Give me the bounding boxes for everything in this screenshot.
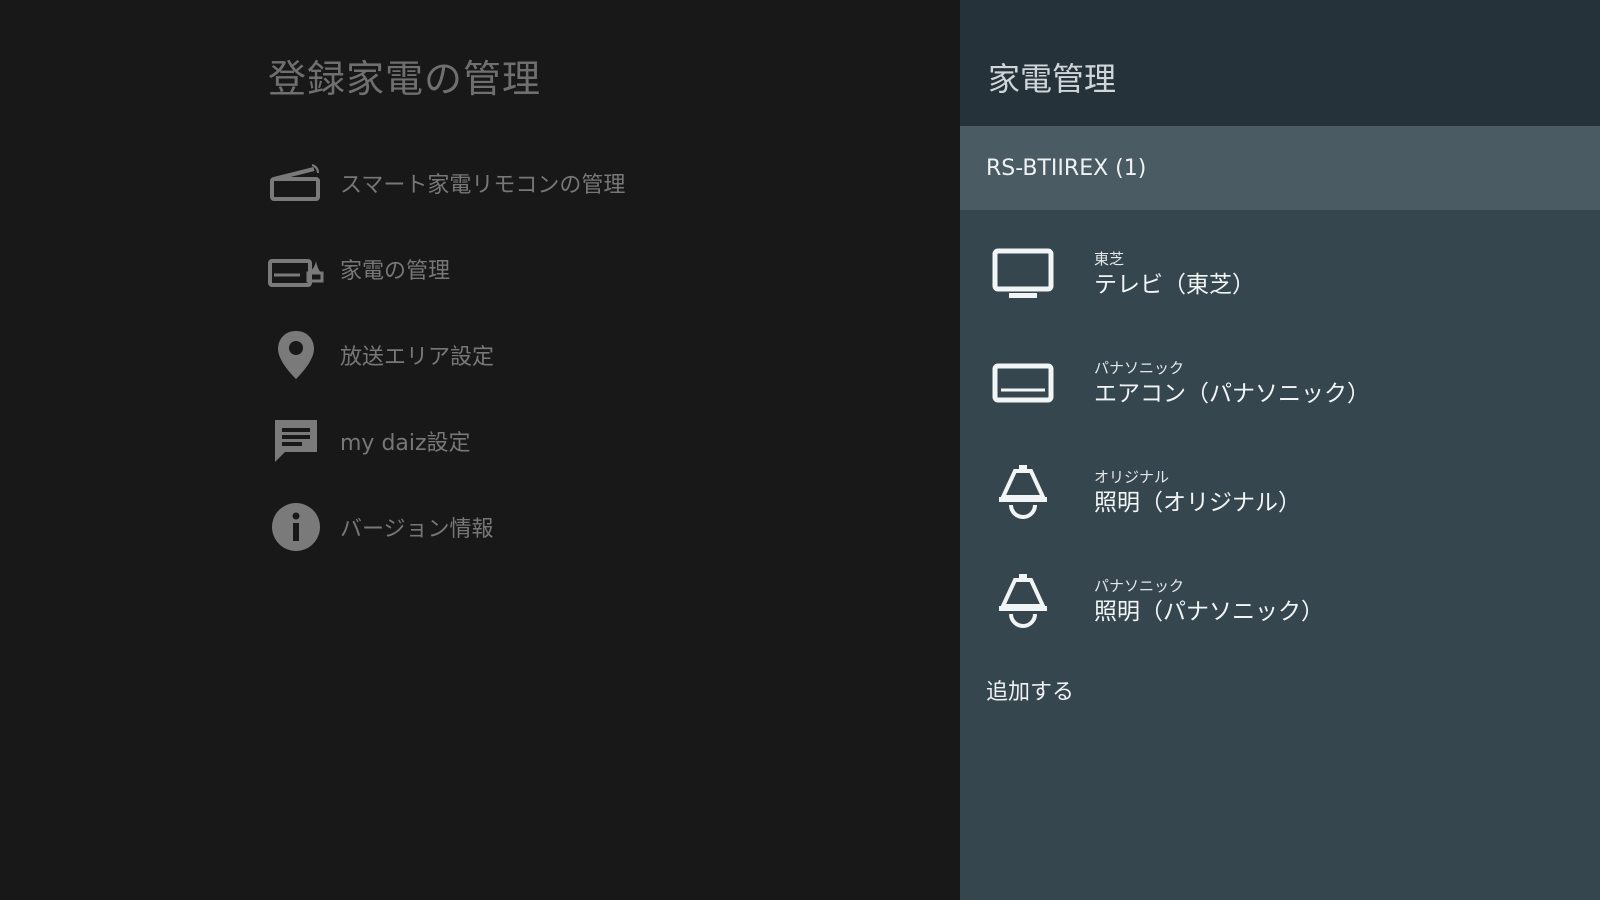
appliance-manage-icon	[268, 241, 324, 297]
device-maker: オリジナル	[1094, 467, 1170, 486]
device-text: パナソニック エアコン（パナソニック）	[1094, 358, 1370, 410]
menu-item-label: my daiz設定	[340, 431, 471, 456]
ceiling-light-icon	[988, 458, 1058, 528]
device-text: パナソニック 照明（パナソニック）	[1094, 576, 1324, 628]
remote-group-header[interactable]: RS-BTIIREX (1)	[960, 126, 1600, 210]
remote-router-icon	[268, 155, 324, 211]
air-conditioner-icon	[988, 349, 1058, 419]
device-maker: パナソニック	[1094, 358, 1185, 377]
device-name: 照明（オリジナル）	[1094, 489, 1301, 516]
device-item-light-panasonic[interactable]: パナソニック 照明（パナソニック）	[960, 547, 1600, 656]
page-title: 登録家電の管理	[268, 57, 542, 101]
menu-item-broadcast-area[interactable]: 放送エリア設定	[268, 312, 908, 398]
menu-item-smart-remote[interactable]: スマート家電リモコンの管理	[268, 140, 908, 226]
settings-menu: スマート家電リモコンの管理 家電の管理 放送エリア設定 my daiz設定 バー…	[268, 140, 908, 570]
device-text: オリジナル 照明（オリジナル）	[1094, 467, 1301, 519]
location-pin-icon	[268, 327, 324, 383]
device-name: テレビ（東芝）	[1094, 271, 1255, 298]
tv-icon	[988, 240, 1058, 310]
chat-message-icon	[268, 413, 324, 469]
add-appliance-button[interactable]: 追加する	[986, 674, 1074, 706]
menu-item-appliance-management[interactable]: 家電の管理	[268, 226, 908, 312]
device-item-light-original[interactable]: オリジナル 照明（オリジナル）	[960, 438, 1600, 547]
appliance-panel: 家電管理 RS-BTIIREX (1) 東芝 テレビ（東芝） パナソニック エア…	[960, 0, 1600, 900]
panel-title: 家電管理	[988, 60, 1117, 98]
device-name: 照明（パナソニック）	[1094, 598, 1324, 625]
screen: 登録家電の管理 スマート家電リモコンの管理 家電の管理 放送エリア設定 my d…	[0, 0, 1600, 900]
menu-item-my-daiz-settings[interactable]: my daiz設定	[268, 398, 908, 484]
device-text: 東芝 テレビ（東芝）	[1094, 249, 1255, 301]
device-item-tv[interactable]: 東芝 テレビ（東芝）	[960, 220, 1600, 329]
info-icon	[268, 499, 324, 555]
ceiling-light-icon	[988, 567, 1058, 637]
menu-item-label: スマート家電リモコンの管理	[340, 173, 626, 198]
menu-item-label: 放送エリア設定	[340, 345, 495, 370]
menu-item-label: バージョン情報	[340, 517, 494, 542]
device-list: 東芝 テレビ（東芝） パナソニック エアコン（パナソニック） オリジナル 照明（…	[960, 210, 1600, 656]
device-maker: パナソニック	[1094, 576, 1185, 595]
device-maker: 東芝	[1094, 249, 1125, 268]
device-name: エアコン（パナソニック）	[1094, 380, 1370, 407]
menu-item-version-info[interactable]: バージョン情報	[268, 484, 908, 570]
settings-menu-pane: 登録家電の管理 スマート家電リモコンの管理 家電の管理 放送エリア設定 my d…	[0, 0, 960, 900]
menu-item-label: 家電の管理	[340, 259, 451, 284]
device-item-air-conditioner[interactable]: パナソニック エアコン（パナソニック）	[960, 329, 1600, 438]
panel-header: 家電管理	[960, 0, 1600, 126]
